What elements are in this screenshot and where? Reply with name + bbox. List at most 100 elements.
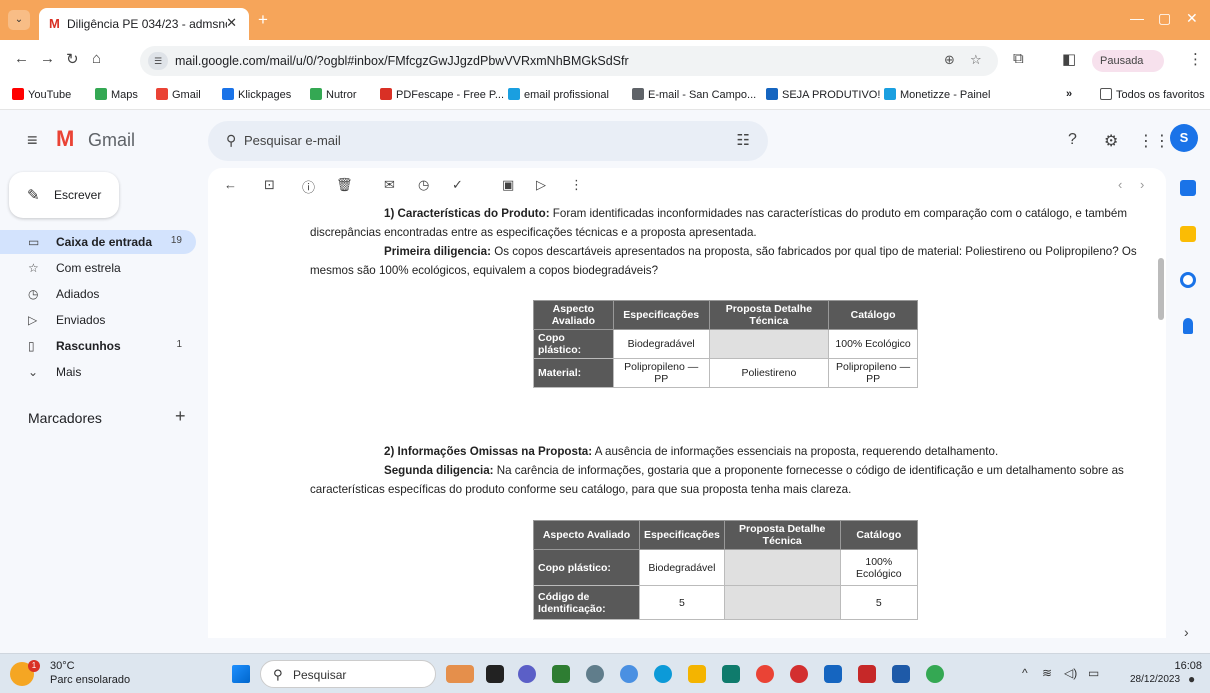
search-input[interactable]: Pesquisar e-mail bbox=[244, 133, 341, 148]
reload-icon[interactable]: ↻ bbox=[66, 50, 79, 68]
bookmark-monetizze[interactable]: Monetizze - Painel bbox=[884, 88, 991, 101]
all-bookmarks[interactable]: Todos os favoritos bbox=[1100, 88, 1205, 101]
tray-overflow-icon[interactable]: ^ bbox=[1022, 666, 1028, 680]
home-icon[interactable]: ⌂ bbox=[92, 50, 101, 67]
notification-bell-icon[interactable]: ● bbox=[1188, 672, 1195, 686]
show-side-panel-icon[interactable]: › bbox=[1184, 624, 1189, 640]
mark-unread-icon[interactable]: ✉ bbox=[384, 177, 395, 193]
sidebar-item-sent[interactable]: ▷ Enviados bbox=[0, 308, 196, 332]
chrome-profile-icon[interactable] bbox=[926, 665, 944, 683]
bookmarks-overflow[interactable]: » bbox=[1066, 88, 1072, 100]
sidebar-item-drafts[interactable]: ▯ Rascunhos 1 bbox=[0, 334, 196, 358]
sidebar-item-starred[interactable]: ☆ Com estrela bbox=[0, 256, 196, 280]
store-icon[interactable] bbox=[722, 665, 740, 683]
search-bar[interactable]: ⚲ Pesquisar e-mail ☷ bbox=[208, 121, 768, 161]
older-message-icon[interactable]: › bbox=[1140, 177, 1144, 192]
scrollbar-thumb[interactable] bbox=[1158, 258, 1164, 320]
tab-title: Diligência PE 034/23 - admsnd bbox=[67, 17, 227, 31]
file-explorer-icon[interactable] bbox=[688, 665, 706, 683]
sidebar-item-label: Adiados bbox=[56, 287, 100, 301]
volume-icon[interactable]: ◁) bbox=[1064, 666, 1077, 680]
tab-search-dropdown[interactable]: ⌄ bbox=[8, 10, 30, 30]
window-close-icon[interactable]: ✕ bbox=[1186, 10, 1198, 27]
address-bar[interactable]: ☰ mail.google.com/mail/u/0/?ogbl#inbox/F… bbox=[140, 46, 998, 76]
gmail-icon bbox=[156, 88, 168, 100]
bookmark-youtube[interactable]: YouTube bbox=[12, 88, 71, 101]
tab-close-icon[interactable]: ✕ bbox=[226, 15, 237, 31]
bookmark-star-icon[interactable]: ☆ bbox=[970, 52, 982, 68]
keep-icon[interactable] bbox=[1180, 226, 1196, 242]
support-icon[interactable]: ? bbox=[1068, 131, 1077, 149]
gmail-logo-icon[interactable]: M bbox=[56, 126, 74, 152]
acrobat-icon[interactable] bbox=[858, 665, 876, 683]
main-menu-icon[interactable]: ≡ bbox=[27, 130, 38, 151]
bookmark-email-profissional[interactable]: email profissional bbox=[508, 88, 609, 101]
archive-icon[interactable]: ⊡ bbox=[264, 177, 275, 193]
zoom-icon[interactable]: ⊕ bbox=[944, 52, 955, 68]
extensions-icon[interactable]: ⧉ bbox=[1013, 50, 1024, 67]
tasks-icon[interactable] bbox=[1180, 272, 1196, 288]
report-spam-icon[interactable]: ⓘ bbox=[302, 177, 315, 196]
settings-app-icon[interactable] bbox=[586, 665, 604, 683]
profile-sync-button[interactable]: Pausada bbox=[1092, 50, 1164, 72]
bookmark-nutror[interactable]: Nutror bbox=[310, 88, 357, 101]
browser-menu-icon[interactable]: ⋮ bbox=[1188, 50, 1203, 68]
move-to-icon[interactable]: ▣ bbox=[502, 177, 514, 193]
word-icon[interactable] bbox=[892, 665, 910, 683]
sidebar-item-inbox[interactable]: ▭ Caixa de entrada 19 bbox=[0, 230, 196, 254]
add-label-icon[interactable]: + bbox=[175, 406, 186, 427]
side-panel-icon[interactable]: ◧ bbox=[1062, 50, 1076, 68]
clock-date[interactable]: 28/12/2023 bbox=[1130, 674, 1180, 685]
specification-table-2: Aspecto Avaliado Especificações Proposta… bbox=[533, 520, 919, 620]
wifi-icon[interactable]: ≋ bbox=[1042, 666, 1052, 680]
taskbar-search[interactable]: ⚲ Pesquisar bbox=[260, 660, 436, 688]
email-paragraph-2: Primeira diligencia: Os copos descartáve… bbox=[310, 242, 1145, 280]
search-options-icon[interactable]: ☷ bbox=[737, 131, 750, 149]
chat-icon[interactable] bbox=[518, 665, 536, 683]
bookmark-pdfescape[interactable]: PDFescape - Free P... bbox=[380, 88, 504, 101]
edge-icon[interactable] bbox=[654, 665, 672, 683]
windows-start-icon[interactable] bbox=[232, 665, 250, 683]
compose-button[interactable]: ✎ Escrever bbox=[9, 172, 119, 218]
apps-grid-icon[interactable]: ⋮⋮ bbox=[1138, 131, 1170, 151]
newer-message-icon[interactable]: ‹ bbox=[1118, 177, 1122, 192]
battery-icon[interactable]: ▭ bbox=[1088, 666, 1099, 680]
more-options-icon[interactable]: ⋮ bbox=[570, 177, 583, 193]
bookmark-maps[interactable]: Maps bbox=[95, 88, 138, 101]
app-icon[interactable] bbox=[552, 665, 570, 683]
app-icon[interactable] bbox=[824, 665, 842, 683]
taskbar-search-input[interactable]: Pesquisar bbox=[293, 668, 346, 682]
widget-icon[interactable] bbox=[446, 665, 474, 683]
app-icon[interactable] bbox=[790, 665, 808, 683]
minimize-icon[interactable]: — bbox=[1130, 10, 1144, 26]
delete-icon[interactable]: 🗑 bbox=[336, 177, 353, 193]
task-view-icon[interactable] bbox=[486, 665, 504, 683]
bookmark-san-campo[interactable]: E-mail - San Campo... bbox=[632, 88, 756, 101]
account-avatar[interactable]: S bbox=[1170, 124, 1198, 152]
calendar-icon[interactable] bbox=[1180, 180, 1196, 196]
back-to-inbox-icon[interactable]: ← bbox=[224, 177, 237, 192]
back-arrow-icon[interactable]: ← bbox=[14, 50, 29, 67]
contacts-icon[interactable] bbox=[1183, 318, 1193, 334]
sidebar-item-snoozed[interactable]: ◷ Adiados bbox=[0, 282, 196, 306]
app-icon[interactable] bbox=[620, 665, 638, 683]
search-icon[interactable]: ⚲ bbox=[226, 132, 236, 149]
bookmark-gmail[interactable]: Gmail bbox=[156, 88, 201, 101]
chrome-icon[interactable] bbox=[756, 665, 774, 683]
bookmark-seja-produtivo[interactable]: SEJA PRODUTIVO! bbox=[766, 88, 880, 101]
forward-arrow-icon[interactable]: → bbox=[40, 50, 55, 67]
new-tab-icon[interactable]: + bbox=[258, 10, 268, 30]
weather-badge: 1 bbox=[28, 660, 40, 672]
youtube-icon bbox=[12, 88, 24, 100]
site-info-icon[interactable]: ☰ bbox=[148, 52, 168, 70]
snooze-icon[interactable]: ◷ bbox=[418, 177, 429, 193]
browser-tab-active[interactable]: M Diligência PE 034/23 - admsnd ✕ bbox=[39, 8, 249, 40]
table-cell: Polipropileno — PP bbox=[828, 358, 918, 388]
sidebar-item-more[interactable]: ⌄ Mais bbox=[0, 360, 196, 384]
restore-icon[interactable]: ▢ bbox=[1158, 10, 1171, 27]
label-icon[interactable]: ▷ bbox=[536, 177, 546, 193]
clock-time[interactable]: 16:08 bbox=[1152, 660, 1202, 672]
add-task-icon[interactable]: ✓ bbox=[452, 177, 463, 193]
bookmark-klickpages[interactable]: Klickpages bbox=[222, 88, 291, 101]
settings-gear-icon[interactable]: ⚙ bbox=[1104, 131, 1118, 151]
